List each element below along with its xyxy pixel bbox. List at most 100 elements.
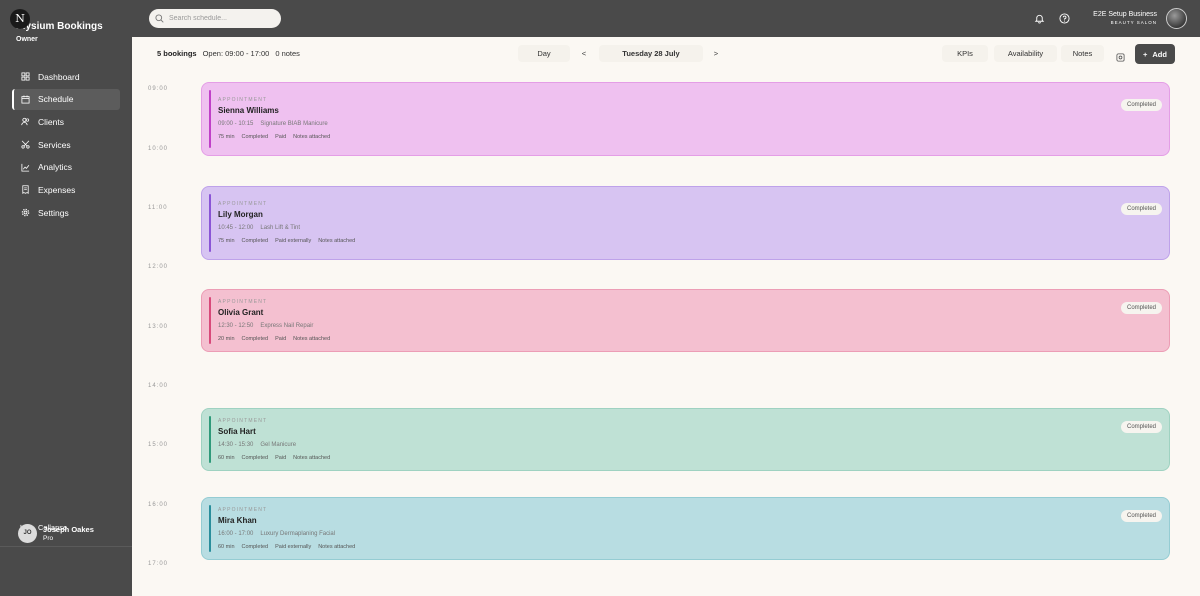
sidebar-item-label: Schedule xyxy=(38,94,74,105)
sidebar-item-analytics[interactable]: Analytics xyxy=(12,157,120,178)
appointment-meta: 20 min Completed Paid Notes attached xyxy=(218,336,330,342)
appointment-duration: 75 min xyxy=(218,134,235,140)
status-badge: Completed xyxy=(1120,203,1162,215)
grid-icon xyxy=(21,72,30,81)
appointment-client: Sienna Williams xyxy=(218,106,279,115)
prev-day-button[interactable]: < xyxy=(576,45,592,62)
appointment-status: Completed xyxy=(241,238,269,244)
notes-count: 0 notes xyxy=(275,49,300,58)
scissors-icon xyxy=(21,140,30,149)
sidebar-item-label: Analytics xyxy=(38,162,73,173)
sidebar-item-dashboard[interactable]: Dashboard xyxy=(12,66,120,87)
appointment-meta: 60 min Completed Paid externally Notes a… xyxy=(218,544,355,550)
help-icon[interactable] xyxy=(1058,12,1071,25)
status-badge: Completed xyxy=(1120,99,1162,111)
time-label: 09:00 xyxy=(148,86,169,92)
open-hours: Open: 09:00 - 17:00 xyxy=(202,49,270,58)
appointment-payment: Paid xyxy=(275,336,287,342)
appointment-service: Gel Manicure xyxy=(260,442,297,448)
chart-icon xyxy=(21,163,30,172)
appointment-kind: APPOINTMENT xyxy=(218,507,268,513)
appointment-notes: Notes attached xyxy=(318,238,356,244)
appointment-service: Lash Lift & Tint xyxy=(260,225,301,231)
receipt-icon xyxy=(22,185,29,195)
business-type: BEAUTY SALON xyxy=(1110,20,1157,25)
view-day-button[interactable]: Day xyxy=(518,45,570,62)
sidebar-item-settings[interactable]: Settings xyxy=(12,202,120,223)
appointment-card[interactable]: APPOINTMENT Mira Khan 16:00 - 17:00 Luxu… xyxy=(201,497,1170,560)
appointment-card[interactable]: APPOINTMENT Lily Morgan 10:45 - 12:00 La… xyxy=(201,186,1170,260)
appointment-card[interactable]: APPOINTMENT Olivia Grant 12:30 - 12:50 E… xyxy=(201,289,1170,352)
appointment-duration: 75 min xyxy=(218,238,235,244)
settings-small-icon[interactable] xyxy=(1116,49,1125,62)
sidebar-item-schedule[interactable]: Schedule xyxy=(12,88,120,110)
appointment-service: Signature BIAB Manicure xyxy=(260,121,328,127)
user-name: Joseph Oakes xyxy=(43,525,94,534)
kpis-button[interactable]: KPIs xyxy=(942,45,988,62)
appointment-color-bar xyxy=(209,194,211,252)
appointment-color-bar xyxy=(209,297,211,344)
sidebar-item-expenses[interactable]: Expenses xyxy=(12,179,120,200)
appointment-color-bar xyxy=(209,416,211,463)
notes-button[interactable]: Notes xyxy=(1061,45,1104,62)
sidebar-item-services[interactable]: Services xyxy=(12,134,120,155)
time-label: 10:00 xyxy=(148,146,169,152)
appointment-payment: Paid xyxy=(275,134,287,140)
appointment-meta: 75 min Completed Paid externally Notes a… xyxy=(218,238,355,244)
sidebar-item-label: Settings xyxy=(38,207,69,218)
appointment-notes: Notes attached xyxy=(293,134,331,140)
appointment-status: Completed xyxy=(241,134,269,140)
search-box[interactable] xyxy=(149,9,281,28)
search-input[interactable] xyxy=(169,15,269,22)
time-label: 13:00 xyxy=(148,324,169,330)
appointment-status: Completed xyxy=(241,455,269,461)
sidebar-item-label: Services xyxy=(38,139,71,150)
appointment-details: 12:30 - 12:50 Express Nail Repair xyxy=(218,323,313,329)
appointment-details: 14:30 - 15:30 Gel Manicure xyxy=(218,442,296,448)
appointment-meta: 75 min Completed Paid Notes attached xyxy=(218,134,330,140)
appointment-duration: 60 min xyxy=(218,455,235,461)
bell-icon[interactable] xyxy=(1033,12,1046,25)
date-label[interactable]: Tuesday 28 July xyxy=(599,45,703,62)
appointment-kind: APPOINTMENT xyxy=(218,299,268,305)
user-plan: Pro xyxy=(43,535,54,542)
appointment-kind: APPOINTMENT xyxy=(218,97,268,103)
plus-icon: + xyxy=(1143,49,1148,59)
sidebar-item-clients[interactable]: Clients xyxy=(12,111,120,132)
appointment-card[interactable]: APPOINTMENT Sienna Williams 09:00 - 10:1… xyxy=(201,82,1170,156)
appointment-notes: Notes attached xyxy=(318,544,356,550)
appointment-details: 09:00 - 10:15 Signature BIAB Manicure xyxy=(218,121,328,127)
sidebar-item-label: Dashboard xyxy=(38,71,80,82)
appointment-time: 09:00 - 10:15 xyxy=(218,121,254,127)
search-icon xyxy=(155,14,164,23)
appointment-payment: Paid externally xyxy=(275,544,312,550)
appointment-duration: 60 min xyxy=(218,544,235,550)
user-avatar[interactable]: JO xyxy=(18,524,37,543)
status-badge: Completed xyxy=(1120,421,1162,433)
appointment-card[interactable]: APPOINTMENT Sofia Hart 14:30 - 15:30 Gel… xyxy=(201,408,1170,471)
appointment-details: 10:45 - 12:00 Lash Lift & Tint xyxy=(218,225,300,231)
appointment-duration: 20 min xyxy=(218,336,235,342)
appointment-status: Completed xyxy=(241,336,269,342)
top-bar: E2E Setup Business BEAUTY SALON xyxy=(0,0,1200,37)
time-label: 11:00 xyxy=(148,205,168,211)
appointment-notes: Notes attached xyxy=(293,336,331,342)
add-button[interactable]: + Add xyxy=(1135,44,1175,64)
appointment-notes: Notes attached xyxy=(293,455,331,461)
schedule-toolbar: 5 bookings Open: 09:00 - 17:00 0 notes D… xyxy=(132,37,1200,70)
time-label: 12:00 xyxy=(148,264,169,270)
appointment-kind: APPOINTMENT xyxy=(218,201,268,207)
appointment-client: Olivia Grant xyxy=(218,308,264,317)
status-badge: Completed xyxy=(1120,510,1162,522)
time-label: 16:00 xyxy=(148,502,169,508)
brand-role: Owner xyxy=(16,36,38,43)
appointment-service: Express Nail Repair xyxy=(260,323,314,329)
availability-button[interactable]: Availability xyxy=(994,45,1057,62)
next-day-button[interactable]: > xyxy=(708,45,724,62)
business-avatar[interactable] xyxy=(1166,8,1187,29)
appointment-kind: APPOINTMENT xyxy=(218,418,268,424)
app-logo: N xyxy=(10,9,30,29)
gear-icon xyxy=(21,208,30,217)
sidebar-item-label: Expenses xyxy=(38,184,76,195)
appointment-time: 14:30 - 15:30 xyxy=(218,442,254,448)
